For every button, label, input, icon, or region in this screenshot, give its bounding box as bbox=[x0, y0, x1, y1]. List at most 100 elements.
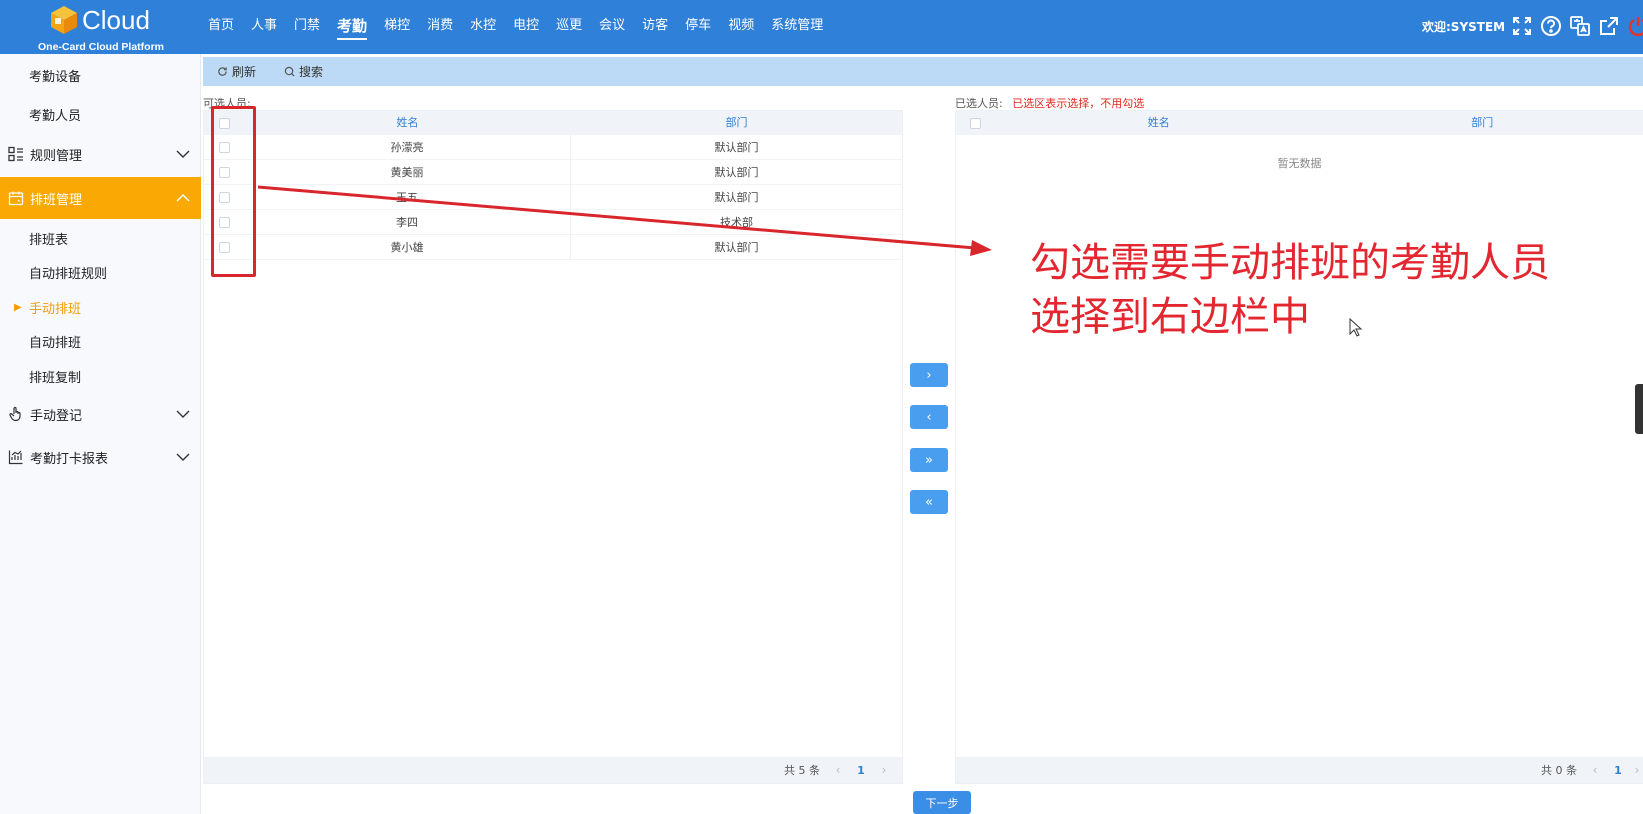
sidebar-item-attendance-staff[interactable]: 考勤人员 bbox=[0, 97, 201, 131]
nav-item-water[interactable]: 水控 bbox=[470, 0, 496, 54]
calendar-icon bbox=[8, 190, 24, 206]
cell-name: 黄美丽 bbox=[244, 159, 571, 185]
cell-dept: 技术部 bbox=[720, 215, 753, 229]
chevron-down-icon bbox=[176, 410, 190, 418]
nav-item-meeting[interactable]: 会议 bbox=[599, 0, 625, 54]
list-icon bbox=[8, 146, 24, 162]
total-count: 共 5 条 bbox=[784, 764, 820, 777]
sidebar-group-attendance-report[interactable]: 考勤打卡报表 bbox=[0, 437, 201, 477]
cell-name: 李四 bbox=[244, 209, 571, 235]
move-left-button[interactable]: ‹ bbox=[910, 405, 948, 429]
main-nav: 首页 人事 门禁 考勤 梯控 消费 水控 电控 巡更 会议 访客 停车 视频 系… bbox=[208, 0, 840, 54]
table-row[interactable]: 李四 技术部 bbox=[204, 209, 902, 235]
column-header-dept[interactable]: 部门 bbox=[1321, 111, 1643, 135]
annotation-line-1: 勾选需要手动排班的考勤人员 bbox=[1030, 240, 1550, 286]
nav-item-elevator[interactable]: 梯控 bbox=[384, 0, 410, 54]
refresh-label: 刷新 bbox=[232, 65, 257, 79]
nav-item-access[interactable]: 门禁 bbox=[294, 0, 320, 54]
chevron-down-icon bbox=[176, 453, 190, 461]
sidebar-group-schedule[interactable]: 排班管理 bbox=[0, 177, 201, 219]
sidebar-item-schedule-copy[interactable]: 排班复制 bbox=[0, 359, 201, 393]
prev-page-icon[interactable]: ‹ bbox=[828, 763, 848, 777]
sidebar-group-rules[interactable]: 规则管理 bbox=[0, 134, 201, 174]
selected-staff-label-group: 已选人员: 已选区表示选择，不用勾选 bbox=[955, 95, 1144, 111]
logo-text: Cloud bbox=[82, 5, 150, 35]
sidebar: 考勤设备 考勤人员 规则管理 排班管理 排班表 自动排班规则 ▶ 手动排班 自动… bbox=[0, 54, 201, 814]
move-all-left-button[interactable]: « bbox=[910, 490, 948, 514]
sidebar-item-auto-schedule-rules[interactable]: 自动排班规则 bbox=[0, 255, 201, 289]
page-number[interactable]: 1 bbox=[848, 764, 874, 777]
sidebar-item-auto-schedule[interactable]: 自动排班 bbox=[0, 324, 201, 358]
empty-state: 暂无数据 bbox=[1277, 157, 1322, 170]
search-button[interactable]: 搜索 bbox=[284, 63, 323, 80]
selected-staff-label: 已选人员: bbox=[955, 97, 1003, 110]
sidebar-item-label: 手动排班 bbox=[29, 301, 82, 317]
cell-name: 王五 bbox=[244, 184, 571, 210]
language-icon[interactable] bbox=[1568, 14, 1592, 38]
nav-item-patrol[interactable]: 巡更 bbox=[556, 0, 582, 54]
cell-name: 黄小雄 bbox=[244, 234, 571, 260]
sidebar-item-manual-schedule[interactable]: ▶ 手动排班 bbox=[0, 290, 201, 324]
search-label: 搜索 bbox=[299, 65, 324, 79]
side-drawer-handle[interactable] bbox=[1635, 384, 1643, 434]
search-icon bbox=[284, 66, 295, 77]
select-all-cell bbox=[956, 117, 996, 129]
sidebar-group-label: 考勤打卡报表 bbox=[30, 451, 109, 467]
cell-dept: 默认部门 bbox=[714, 190, 759, 204]
table-row[interactable]: 孙濛亮 默认部门 bbox=[204, 134, 902, 160]
fullscreen-icon[interactable] bbox=[1510, 14, 1534, 38]
sidebar-item-label: 自动排班规则 bbox=[29, 266, 108, 282]
pager: ‹ 1 › bbox=[828, 763, 894, 777]
sidebar-item-attendance-device[interactable]: 考勤设备 bbox=[0, 58, 201, 92]
table-header: 姓名 部门 bbox=[204, 111, 902, 135]
table-header: 姓名 部门 bbox=[956, 111, 1643, 135]
table-row[interactable]: 黄美丽 默认部门 bbox=[204, 159, 902, 185]
logo[interactable]: Cloud One-Card Cloud Platform bbox=[34, 2, 165, 53]
nav-item-system[interactable]: 系统管理 bbox=[771, 0, 823, 54]
next-page-icon[interactable]: › bbox=[1631, 763, 1643, 777]
next-page-icon[interactable]: › bbox=[874, 763, 894, 777]
nav-item-attendance[interactable]: 考勤 bbox=[337, 0, 368, 54]
pager: ‹ 1 › bbox=[1585, 763, 1643, 777]
cell-dept: 默认部门 bbox=[714, 165, 759, 179]
page-number[interactable]: 1 bbox=[1605, 764, 1631, 777]
move-right-button[interactable]: › bbox=[910, 363, 948, 387]
right-pagination: 共 0 条 ‹ 1 › bbox=[956, 757, 1643, 783]
external-link-icon[interactable] bbox=[1597, 14, 1621, 38]
nav-item-home[interactable]: 首页 bbox=[208, 0, 234, 54]
power-icon[interactable] bbox=[1626, 14, 1643, 38]
chart-icon bbox=[8, 449, 24, 465]
select-all-checkbox[interactable] bbox=[970, 117, 982, 129]
sidebar-group-label: 规则管理 bbox=[30, 148, 83, 164]
sidebar-item-schedule-table[interactable]: 排班表 bbox=[0, 221, 201, 255]
nav-item-consumption[interactable]: 消费 bbox=[427, 0, 453, 54]
table-row[interactable]: 黄小雄 默认部门 bbox=[204, 234, 902, 260]
next-step-button[interactable]: 下一步 bbox=[913, 791, 971, 814]
nav-item-personnel[interactable]: 人事 bbox=[251, 0, 277, 54]
nav-item-video[interactable]: 视频 bbox=[728, 0, 754, 54]
annotation-highlight-box bbox=[211, 106, 256, 277]
chevron-down-icon bbox=[176, 150, 190, 158]
sidebar-item-label: 排班复制 bbox=[29, 370, 82, 386]
help-icon[interactable] bbox=[1539, 14, 1563, 38]
annotation-line-2: 选择到右边栏中 bbox=[1030, 294, 1310, 340]
column-header-name[interactable]: 姓名 bbox=[996, 111, 1322, 135]
selected-staff-hint: 已选区表示选择，不用勾选 bbox=[1012, 97, 1145, 110]
column-header-dept[interactable]: 部门 bbox=[571, 111, 902, 135]
hand-icon bbox=[8, 406, 24, 422]
logo-subtitle: One-Card Cloud Platform bbox=[38, 41, 165, 53]
move-all-right-button[interactable]: » bbox=[910, 448, 948, 472]
table-row[interactable]: 王五 默认部门 bbox=[204, 184, 902, 210]
refresh-button[interactable]: 刷新 bbox=[217, 63, 256, 80]
logo-cube-icon bbox=[51, 6, 77, 34]
toolbar: 刷新 搜索 bbox=[203, 57, 1643, 86]
nav-item-parking[interactable]: 停车 bbox=[685, 0, 711, 54]
cell-dept: 默认部门 bbox=[714, 140, 759, 154]
nav-item-visitor[interactable]: 访客 bbox=[642, 0, 668, 54]
selected-staff-table: 姓名 部门 暂无数据 共 0 条 ‹ 1 › bbox=[955, 110, 1643, 784]
prev-page-icon[interactable]: ‹ bbox=[1585, 763, 1605, 777]
column-header-name[interactable]: 姓名 bbox=[244, 111, 571, 135]
nav-item-electric[interactable]: 电控 bbox=[513, 0, 539, 54]
triangle-right-icon: ▶ bbox=[14, 301, 22, 313]
sidebar-group-manual-registration[interactable]: 手动登记 bbox=[0, 394, 201, 434]
